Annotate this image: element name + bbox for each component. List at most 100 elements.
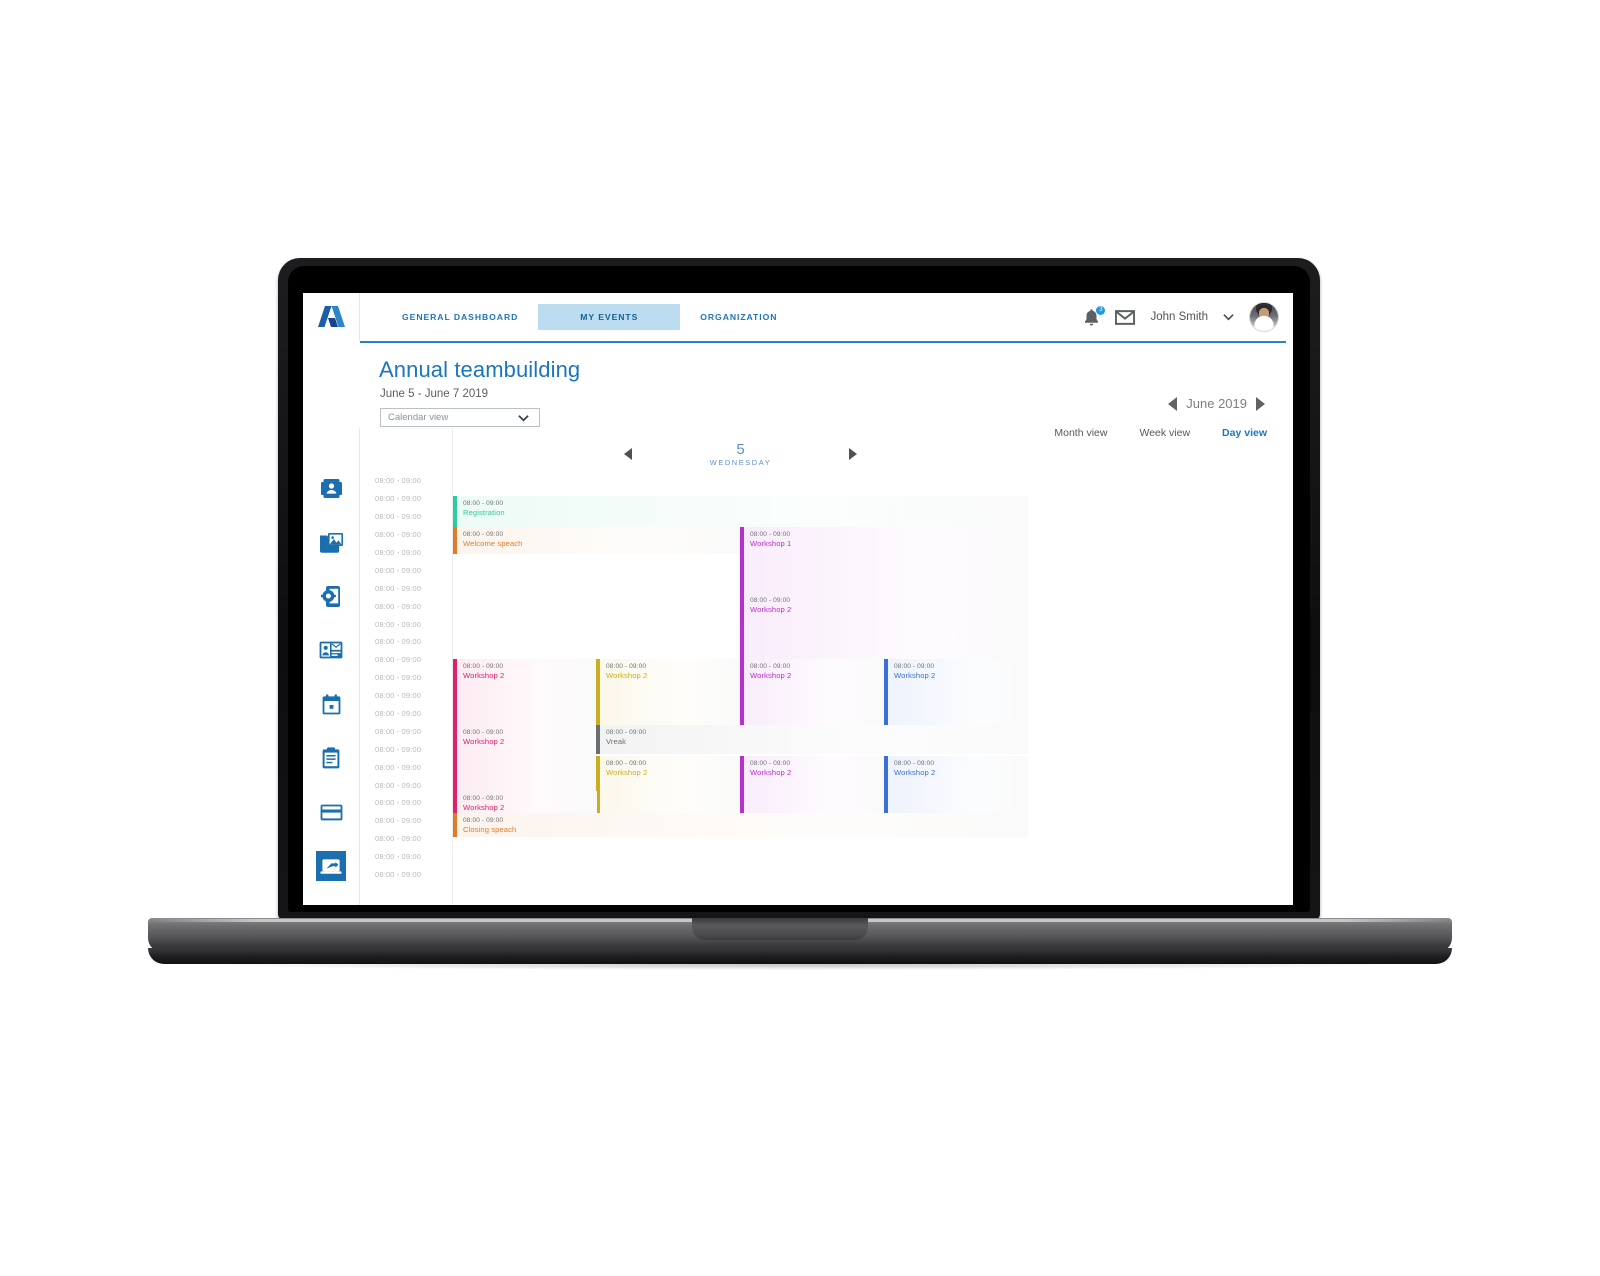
event-time: 08:00 - 09:00 [750,597,791,604]
calendar-event[interactable]: 08:00 - 09:00 Workshop 2 [596,756,740,813]
time-slot: 08:00 - 09:00 [375,744,422,754]
calendar-event[interactable]: 08:00 - 09:00 Workshop 2 [740,659,884,725]
calendar-event[interactable]: 08:00 - 09:00 Workshop 2 [453,659,597,725]
sidebar-item-profile[interactable] [316,473,346,503]
event-time: 08:00 - 09:00 [463,531,504,538]
event-time: 08:00 - 09:00 [463,817,504,824]
chevron-down-icon [518,414,529,422]
laptop-shadow [210,960,1390,970]
event-name: Workshop 2 [894,671,936,680]
event-time: 08:00 - 09:00 [750,760,791,767]
event-time: 08:00 - 09:00 [463,500,504,507]
calendar-event[interactable]: 08:00 - 09:00 Workshop 1 [740,527,1028,593]
event-time: 08:00 - 09:00 [463,795,504,802]
event-name: Workshop 2 [750,768,792,777]
event-name: Workshop 2 [463,803,505,812]
calendar-event[interactable]: 08:00 - 09:00 Workshop 2 [740,593,1028,659]
sidebar-item-contacts[interactable] [316,635,346,665]
time-slot: 08:00 - 09:00 [375,762,422,772]
tab-my-events[interactable]: MY EVENTS [538,304,681,330]
chevron-down-icon[interactable] [1223,313,1234,321]
left-sidebar [303,428,360,905]
sidebar-item-gallery[interactable] [316,527,346,557]
header-actions: 3 John Smith [1083,293,1293,341]
calendar-event[interactable]: 08:00 - 09:00 Closing speach [453,813,1028,837]
time-slot: 08:00 - 09:00 [375,726,422,736]
id-card-icon [319,641,343,659]
calendar-event[interactable]: 08:00 - 09:00 Vreak [596,725,1028,754]
sidebar-item-mobile-settings[interactable] [316,581,346,611]
time-slot: 08:00 - 09:00 [375,565,422,575]
grid-right-edge [1027,428,1028,905]
avatar[interactable] [1249,302,1279,332]
photo-gallery-icon [319,532,343,553]
time-slot: 08:00 - 09:00 [375,512,422,522]
time-slot: 08:00 - 09:00 [375,691,422,701]
main-nav-tabs: GENERAL DASHBOARD MY EVENTS ORGANIZATION [382,293,797,341]
logo-container[interactable] [303,293,360,341]
mail-icon[interactable] [1115,309,1136,325]
time-slot: 08:00 - 09:00 [375,852,422,862]
event-name: Workshop 2 [606,671,648,680]
event-name: Workshop 2 [463,737,505,746]
tab-general-dashboard[interactable]: GENERAL DASHBOARD [382,304,538,330]
screen-content: GENERAL DASHBOARD MY EVENTS ORGANIZATION… [303,293,1293,905]
calendar-event[interactable]: 08:00 - 09:00 Workshop 2 [453,725,597,791]
sidebar-item-payments[interactable] [316,797,346,827]
time-slot: 08:00 - 09:00 [375,476,422,486]
event-name: Welcome speach [463,539,523,548]
event-name: Workshop 2 [606,768,648,777]
event-time: 08:00 - 09:00 [463,729,504,736]
event-time: 08:00 - 09:00 [894,760,935,767]
prev-month-button[interactable] [1168,396,1178,411]
user-name-label[interactable]: John Smith [1150,311,1208,323]
sidebar-item-calendar[interactable] [316,689,346,719]
page-title: Annual teambuilding [379,357,581,382]
event-time: 08:00 - 09:00 [750,663,791,670]
calendar-event[interactable]: 08:00 - 09:00 Welcome speach [453,527,741,554]
time-slot: 08:00 - 09:00 [375,780,422,790]
credit-card-icon [320,804,342,820]
sidebar-item-share[interactable] [316,851,346,881]
calendar-event[interactable]: 08:00 - 09:00 Workshop 2 [884,659,1028,725]
laptop-mockup: GENERAL DASHBOARD MY EVENTS ORGANIZATION… [0,0,1600,1276]
event-time: 08:00 - 09:00 [750,531,791,538]
next-month-button[interactable] [1256,396,1265,411]
calendar-event[interactable]: 08:00 - 09:00 Workshop 2 [453,791,597,813]
clipboard-icon [322,747,340,769]
event-time: 08:00 - 09:00 [463,663,504,670]
time-slot: 08:00 - 09:00 [375,548,422,557]
sidebar-item-agenda[interactable] [316,743,346,773]
calendar-event[interactable]: 08:00 - 09:00 Registration [453,496,1028,527]
event-name: Registration [463,508,505,517]
calendar-event[interactable]: 08:00 - 09:00 Workshop 2 [740,756,884,813]
mobile-settings-icon [320,585,340,607]
calendar-event[interactable]: 08:00 - 09:00 Workshop 2 [884,756,1028,813]
event-name: Workshop 2 [750,671,792,680]
event-name: Vreak [606,737,627,746]
event-layer: 08:00 - 09:00 Registration 08:00 - 09:00 We… [453,428,1028,905]
tab-organization[interactable]: ORGANIZATION [680,304,797,330]
time-slot: 08:00 - 09:00 [375,870,422,880]
event-time: 08:00 - 09:00 [606,760,647,767]
event-name: Workshop 1 [750,539,792,548]
calendar-icon [322,693,340,714]
event-time: 08:00 - 09:00 [894,663,935,670]
profile-card-icon [320,478,342,498]
event-name: Workshop 2 [894,768,936,777]
time-slot: 08:00 - 09:00 [375,834,422,844]
time-slot: 08:00 - 09:00 [375,673,422,683]
time-slot: 08:00 - 09:00 [375,637,422,647]
event-time: 08:00 - 09:00 [606,663,647,670]
calendar-event[interactable]: 08:00 - 09:00 Workshop 2 [596,659,740,725]
calendar-view-select[interactable]: Calendar view [380,408,540,427]
notification-badge: 3 [1096,305,1106,315]
share-laptop-icon [320,858,342,874]
time-column: 08:00 - 09:00 08:00 - 09:00 08:00 - 09:00 0… [375,472,447,883]
notifications-button[interactable]: 3 [1083,305,1106,327]
time-slot: 08:00 - 09:00 [375,619,422,629]
time-slot: 08:00 - 09:00 [375,709,422,719]
month-navigation: June 2019 [1168,396,1265,411]
event-name: Closing speach [463,825,517,834]
time-slot: 08:00 - 09:00 [375,798,422,808]
